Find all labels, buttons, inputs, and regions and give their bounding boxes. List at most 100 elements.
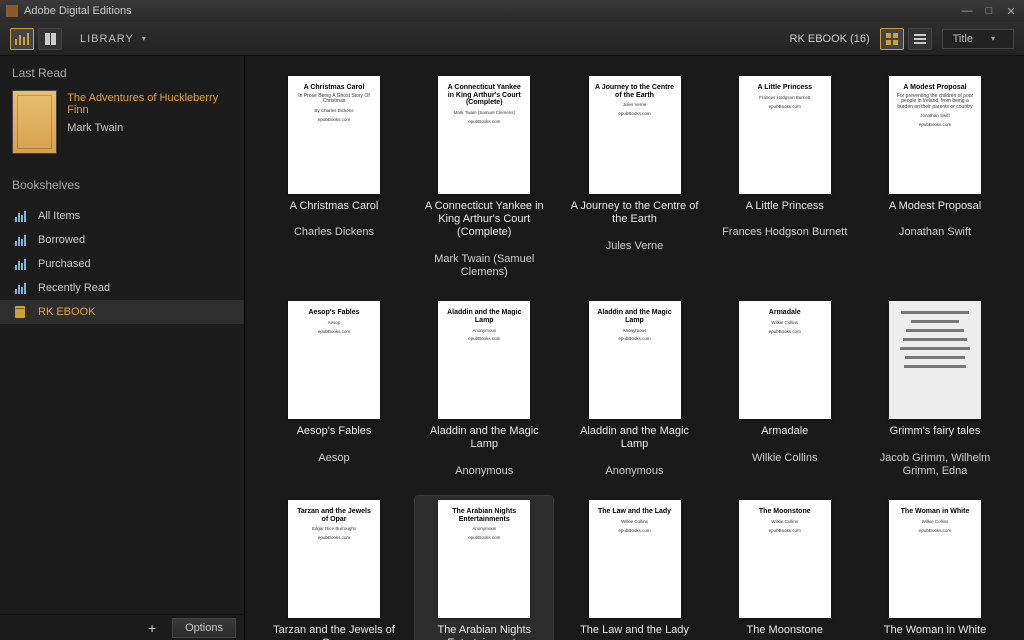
collection-count-label: RK EBOOK (16): [790, 33, 870, 45]
book-cover: Aladdin and the Magic LampAnonymousepubB…: [438, 301, 530, 419]
bookshelf-list: All Items Borrowed Purchased Recently Read R…: [0, 198, 244, 324]
book-title: Aesop's Fables: [269, 425, 399, 438]
book-cell[interactable]: A Connecticut Yankee in King Arthur's Co…: [415, 72, 553, 287]
close-icon[interactable]: ✕: [1004, 5, 1018, 18]
cover-author: Jules Verne: [623, 103, 647, 108]
book-cell[interactable]: The Law and the LadyWilkie CollinsepubBo…: [566, 496, 704, 640]
book-cell[interactable]: The Arabian Nights EntertainmentsAnonymo…: [415, 496, 553, 640]
app-title: Adobe Digital Editions: [24, 5, 132, 17]
book-cell[interactable]: Grimm's fairy talesJacob Grimm, Wilhelm …: [866, 297, 1004, 486]
book-cover: [889, 301, 981, 419]
book-title: A Little Princess: [720, 200, 850, 213]
book-title: Aladdin and the Magic Lamp: [570, 425, 700, 451]
list-view-button[interactable]: [908, 28, 932, 50]
sidebar: Last Read The Adventures of Huckleberry …: [0, 56, 245, 640]
book-caption: The Woman in WhiteWilkie Collins: [870, 624, 1000, 640]
open-book-icon: [45, 33, 56, 45]
bookshelves-header: Bookshelves: [0, 168, 244, 198]
last-read-title: The Adventures of Huckleberry Finn: [67, 92, 232, 116]
book-cover: ArmadaleWilkie CollinsepubBooks.com: [739, 301, 831, 419]
add-shelf-button[interactable]: +: [142, 620, 162, 636]
library-dropdown[interactable]: LIBRARY ▾: [80, 33, 147, 45]
app-icon: [6, 5, 18, 17]
sidebar-item-rkebook[interactable]: RK EBOOK: [0, 300, 244, 324]
last-read-item[interactable]: The Adventures of Huckleberry Finn Mark …: [0, 86, 244, 168]
window-controls: — □ ✕: [960, 5, 1018, 18]
cover-subtitle: For preventing the children of poor peop…: [895, 94, 975, 111]
cover-author: Wilkie Collins: [922, 520, 949, 525]
book-title: A Modest Proposal: [870, 200, 1000, 213]
book-cell[interactable]: Aladdin and the Magic LampAnonymousepubB…: [566, 297, 704, 486]
cover-title: A Little Princess: [757, 84, 812, 92]
sidebar-item-label: RK EBOOK: [38, 306, 95, 318]
book-cover: Aladdin and the Magic LampAnonymousepubB…: [589, 301, 681, 419]
cover-title: A Modest Proposal: [903, 84, 966, 92]
book-cover: A Little PrincessFrances Hodgson Burnett…: [739, 76, 831, 194]
options-button[interactable]: Options: [172, 618, 236, 638]
book-cover: A Modest Proposal For preventing the chil…: [889, 76, 981, 194]
chevron-down-icon: ▾: [142, 34, 147, 43]
book-cover: Aesop's FablesAesopepubBooks.com: [288, 301, 380, 419]
bars-icon: [12, 258, 28, 270]
cover-author: Anonymous: [623, 329, 647, 334]
sidebar-item-label: Purchased: [38, 258, 91, 270]
grid-view-button[interactable]: [880, 28, 904, 50]
book-cell[interactable]: Aladdin and the Magic LampAnonymousepubB…: [415, 297, 553, 486]
book-cell[interactable]: A Little PrincessFrances Hodgson Burnett…: [716, 72, 854, 287]
book-cover: The Woman in WhiteWilkie CollinsepubBook…: [889, 500, 981, 618]
sidebar-footer: + Options: [0, 614, 244, 640]
book-cell[interactable]: The MoonstoneWilkie CollinsepubBooks.com…: [716, 496, 854, 640]
book-title: The Arabian Nights Entertainments: [419, 624, 549, 640]
book-caption: The Law and the LadyWilkie Collins: [570, 624, 700, 640]
cover-author: Edgar Rice Burroughs: [312, 527, 356, 532]
cover-title: The Arabian Nights Entertainments: [444, 508, 524, 523]
book-cell[interactable]: ArmadaleWilkie CollinsepubBooks.com Armad…: [716, 297, 854, 486]
book-title: Tarzan and the Jewels of Opar: [269, 624, 399, 640]
minimize-icon[interactable]: —: [960, 5, 974, 18]
book-author: Anonymous: [455, 465, 513, 477]
bars-icon: [12, 282, 28, 294]
book-title: The Woman in White: [870, 624, 1000, 637]
book-caption: A Christmas CarolCharles Dickens: [269, 200, 399, 240]
library-view-button[interactable]: [10, 28, 34, 50]
sort-dropdown[interactable]: Title ▾: [942, 29, 1014, 49]
last-read-header: Last Read: [0, 56, 244, 86]
reading-view-button[interactable]: [38, 28, 62, 50]
cover-author: Wilkie Collins: [621, 520, 648, 525]
sidebar-item-purchased[interactable]: Purchased: [0, 252, 244, 276]
bars-icon: [12, 234, 28, 246]
book-cover: A Christmas CarolIn Prose Being A Ghost …: [288, 76, 380, 194]
book-cell[interactable]: A Christmas CarolIn Prose Being A Ghost …: [265, 72, 403, 287]
book-cover: The Arabian Nights EntertainmentsAnonymo…: [438, 500, 530, 618]
maximize-icon[interactable]: □: [982, 5, 996, 18]
book-cell[interactable]: A Journey to the Centre of the EarthJule…: [566, 72, 704, 287]
book-cell[interactable]: Tarzan and the Jewels of Opar Edgar Rice …: [265, 496, 403, 640]
book-cell[interactable]: A Modest Proposal For preventing the chil…: [866, 72, 1004, 287]
sidebar-item-all[interactable]: All Items: [0, 204, 244, 228]
book-icon: [12, 306, 28, 318]
cover-subtitle: In Prose Being A Ghost Story Of Christma…: [294, 94, 374, 105]
list-icon: [914, 33, 926, 45]
chevron-down-icon: ▾: [991, 34, 995, 43]
book-grid-container: A Christmas CarolIn Prose Being A Ghost …: [245, 56, 1024, 640]
book-caption: Tarzan and the Jewels of OparEdgar Rice …: [269, 624, 399, 640]
cover-author: Wilkie Collins: [771, 321, 798, 326]
last-read-cover: [12, 90, 57, 154]
titlebar: Adobe Digital Editions — □ ✕: [0, 0, 1024, 22]
book-title: Aladdin and the Magic Lamp: [419, 425, 549, 451]
book-caption: The Arabian Nights EntertainmentsAnonymo…: [419, 624, 549, 640]
book-author: Mark Twain (Samuel Clemens): [434, 253, 534, 278]
sidebar-item-label: All Items: [38, 210, 80, 222]
cover-author: Aesop: [328, 321, 341, 326]
book-title: The Moonstone: [720, 624, 850, 637]
sidebar-item-borrowed[interactable]: Borrowed: [0, 228, 244, 252]
book-cell[interactable]: The Woman in WhiteWilkie CollinsepubBook…: [866, 496, 1004, 640]
book-cover: A Journey to the Centre of the EarthJule…: [589, 76, 681, 194]
sidebar-item-recent[interactable]: Recently Read: [0, 276, 244, 300]
book-cell[interactable]: Aesop's FablesAesopepubBooks.com Aesop's …: [265, 297, 403, 486]
sidebar-item-label: Borrowed: [38, 234, 85, 246]
book-author: Charles Dickens: [294, 226, 374, 238]
view-toggle-left: [10, 28, 62, 50]
book-title: Armadale: [720, 425, 850, 438]
view-toggle-right: [880, 28, 932, 50]
